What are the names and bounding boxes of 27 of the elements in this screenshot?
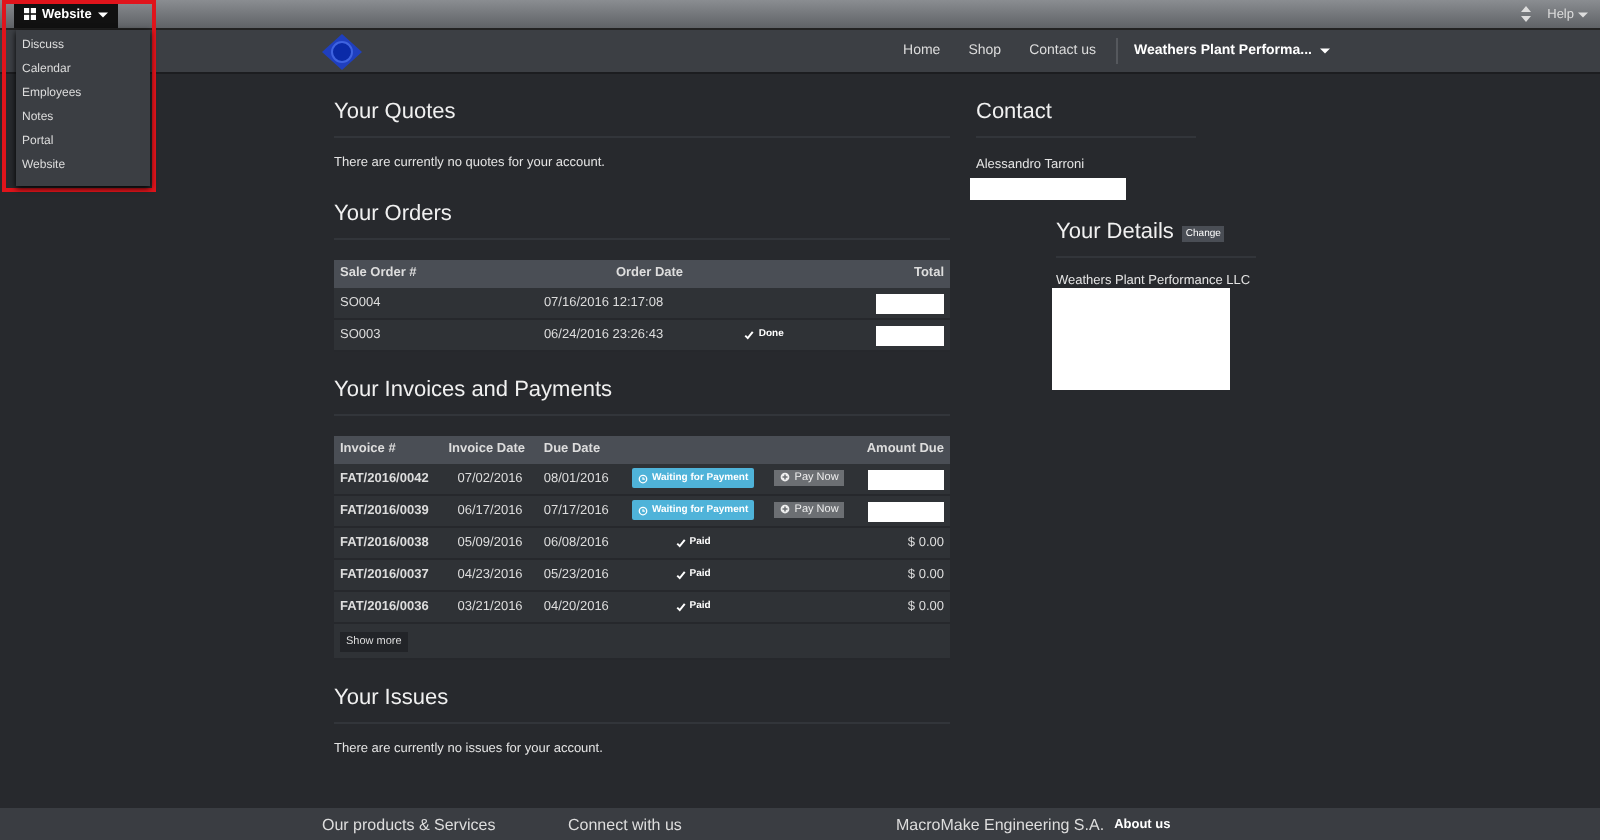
check-icon [675, 601, 686, 612]
section-title: Your Orders [334, 176, 950, 240]
redaction-block [876, 325, 944, 345]
caret-icon [1320, 48, 1330, 54]
redaction-block [876, 293, 944, 313]
footer-link[interactable]: Our products & Services [322, 815, 568, 833]
check-icon [744, 329, 755, 340]
section-title: Contact [976, 74, 1196, 138]
redaction-block [868, 501, 944, 521]
plus-circle-icon [780, 504, 791, 515]
redaction-block [868, 469, 944, 489]
section-title: Your Invoices and Payments [334, 352, 950, 416]
section-title: Your Details [1056, 220, 1174, 246]
clock-icon [637, 473, 648, 484]
company-name: MacroMake Engineering S.A. [896, 815, 1105, 833]
footer-link[interactable]: Connect with us [568, 815, 896, 833]
caret-icon [1578, 11, 1588, 17]
diamond-logo[interactable] [320, 31, 364, 71]
check-icon [675, 569, 686, 580]
clock-icon [637, 505, 648, 516]
caret-icon [97, 11, 108, 17]
grid-icon [24, 8, 36, 20]
sort-icon[interactable] [1519, 6, 1532, 22]
check-icon [675, 537, 686, 548]
section-title: Your Issues [334, 660, 950, 724]
plus-circle-icon [780, 472, 791, 483]
section-title: Your Quotes [334, 74, 950, 138]
